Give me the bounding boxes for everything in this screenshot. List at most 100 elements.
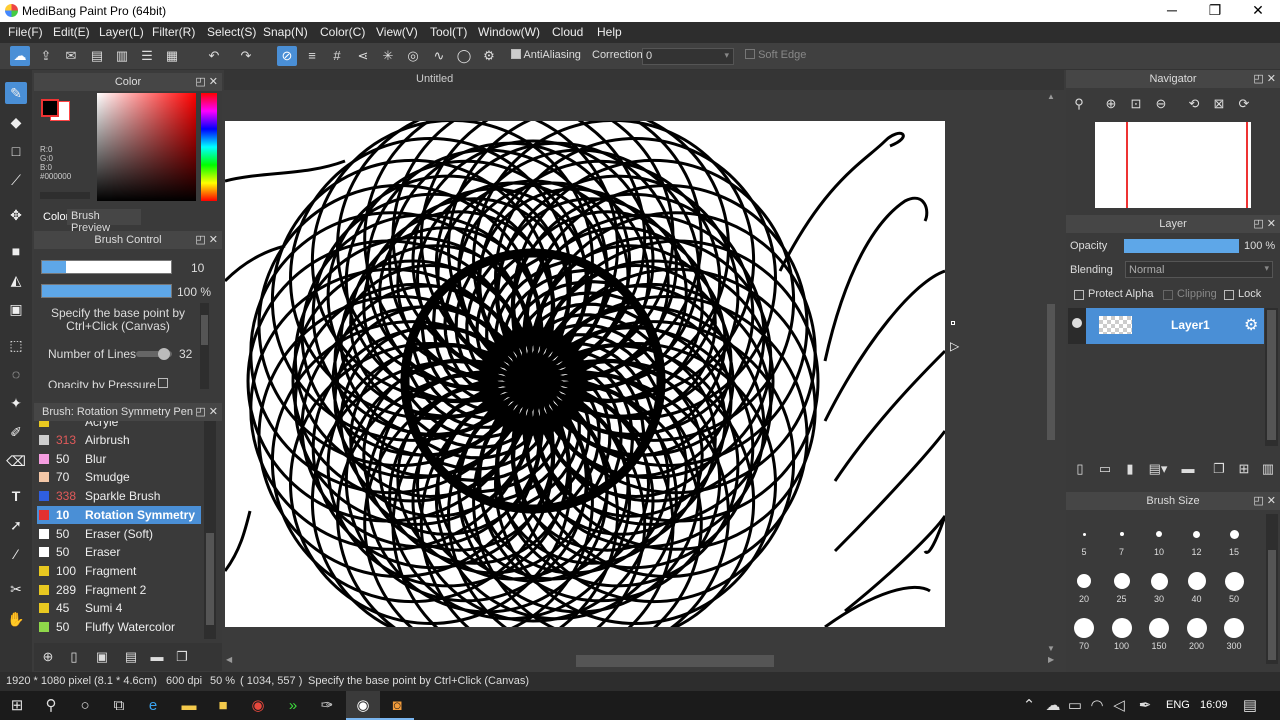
menu-help[interactable]: Help	[597, 25, 622, 39]
panel-window-icons[interactable]: ◰ ✕	[1253, 492, 1276, 510]
layer-opacity-slider[interactable]	[1124, 239, 1239, 253]
scroll-thumb[interactable]	[1047, 304, 1055, 440]
pen-workspace-icon[interactable]: ✒	[1134, 691, 1156, 720]
new-halftone-layer-icon[interactable]: ▭	[1095, 459, 1115, 479]
brush-list-scrollbar[interactable]	[204, 421, 216, 639]
brush-size-slider[interactable]	[41, 260, 172, 274]
horizontal-scrollbar[interactable]: ◀ ▶	[226, 654, 1058, 668]
tab-brush-preview[interactable]: Brush Preview	[67, 209, 141, 234]
reset-view-icon[interactable]: ⊠	[1209, 94, 1229, 114]
vertical-scrollbar[interactable]: ▲ ▼	[1044, 92, 1058, 658]
add-brush-icon[interactable]: ⊕	[38, 647, 58, 667]
snap-off-icon[interactable]: ⊘	[277, 46, 297, 66]
panel-window-icons[interactable]: ◰ ✕	[1253, 215, 1276, 233]
layer-list-scrollbar[interactable]	[1265, 308, 1278, 446]
list-item[interactable]: 100 Fragment	[37, 562, 201, 580]
brush-size-preset[interactable]	[1077, 574, 1091, 588]
scroll-right-arrow-icon[interactable]: ▶	[1048, 655, 1054, 664]
restore-button[interactable]: ❐	[1193, 0, 1237, 22]
brush-size-preset[interactable]	[1187, 572, 1206, 590]
magic-wand-icon[interactable]: ✦	[5, 392, 27, 414]
page-icon[interactable]: ▥	[112, 46, 132, 66]
antialiasing-toggle[interactable]: AntiAliasing	[511, 49, 581, 61]
list-icon[interactable]: ☰	[137, 46, 157, 66]
menu-view[interactable]: View(V)	[376, 25, 418, 39]
duplicate-layer-icon[interactable]: ❐	[1209, 459, 1229, 479]
cloud-save-icon[interactable]: ☁	[10, 46, 30, 66]
soft-edge-checkbox[interactable]	[745, 49, 755, 59]
task-view-icon[interactable]: ⧉	[102, 691, 136, 720]
eraser-tool-icon[interactable]: ◆	[5, 111, 27, 133]
comment-icon[interactable]: ✉	[61, 46, 81, 66]
grid-icon[interactable]: ▦	[162, 46, 182, 66]
brush-size-scrollbar[interactable]	[1266, 514, 1278, 664]
parallel-snap-icon[interactable]: ≡	[302, 46, 322, 66]
add-layer-menu-icon[interactable]: ▤▾	[1148, 459, 1168, 479]
list-item[interactable]: 50 Eraser	[37, 543, 201, 561]
list-item[interactable]: Acryle	[37, 421, 201, 431]
brush-tool-icon[interactable]: ✎	[5, 82, 27, 104]
brush-size-preset[interactable]	[1111, 618, 1132, 638]
panel-window-icons[interactable]: ◰ ✕	[195, 73, 218, 91]
scroll-thumb[interactable]	[576, 655, 774, 667]
redo-icon[interactable]: ↷	[236, 46, 256, 66]
new-brush-icon[interactable]: ▯	[64, 647, 84, 667]
selected-brush-item[interactable]: 10 Rotation Symmetry	[37, 505, 201, 524]
sticky-notes-icon[interactable]: ■	[206, 691, 240, 720]
minimize-button[interactable]: ─	[1150, 0, 1194, 22]
rectangle-tool-icon[interactable]: □	[5, 140, 27, 162]
search-icon[interactable]: ⚲	[34, 691, 68, 720]
brush-size-preset[interactable]	[1186, 618, 1207, 638]
brush-size-preset[interactable]	[1119, 532, 1124, 536]
cross-snap-icon[interactable]: #	[327, 46, 347, 66]
menu-snap[interactable]: Snap(N)	[263, 25, 308, 39]
number-of-lines-slider[interactable]	[136, 348, 172, 360]
lock-checkbox[interactable]	[1224, 290, 1234, 300]
share-icon[interactable]: ⇪	[36, 46, 56, 66]
file-explorer-icon[interactable]: ▬	[172, 691, 206, 720]
eyedropper-icon[interactable]: ⁄	[5, 543, 27, 565]
menu-tool[interactable]: Tool(T)	[430, 25, 467, 39]
brush-size-preset[interactable]	[1074, 618, 1094, 638]
scroll-thumb[interactable]	[1267, 310, 1276, 440]
zoom-in-icon[interactable]: ⊕	[1101, 94, 1121, 114]
close-button[interactable]: ✕	[1236, 0, 1280, 22]
rotate-left-icon[interactable]: ⟲	[1184, 94, 1204, 114]
menu-filter[interactable]: Filter(R)	[152, 25, 195, 39]
blending-select[interactable]: Normal ▾	[1125, 261, 1273, 278]
scroll-down-arrow-icon[interactable]: ▼	[1047, 644, 1055, 653]
visibility-icon[interactable]	[1072, 318, 1082, 328]
panel-window-icons[interactable]: ◰ ✕	[1253, 70, 1276, 88]
bucket-tool-icon[interactable]: ◭	[5, 269, 27, 291]
list-item[interactable]: 338 Sparkle Brush	[37, 487, 201, 505]
layer-row[interactable]: Layer1 ⚙	[1086, 308, 1264, 344]
scroll-thumb[interactable]	[201, 315, 208, 345]
navigator-preview[interactable]	[1095, 122, 1251, 208]
media-player-icon[interactable]: »	[276, 691, 310, 720]
brush-size-preset[interactable]	[1193, 530, 1200, 538]
document-tab[interactable]: Untitled	[416, 73, 453, 85]
brush-size-preset[interactable]	[1149, 618, 1169, 638]
medibang-taskbar-icon[interactable]: ◉	[346, 691, 380, 720]
scroll-thumb[interactable]	[1268, 550, 1276, 660]
dot-pen-icon[interactable]: ⟋	[5, 169, 27, 191]
brush-size-preset[interactable]	[1082, 532, 1086, 536]
vanish-snap-icon[interactable]: ⋖	[353, 46, 373, 66]
brush-size-preset[interactable]	[1150, 572, 1168, 590]
operation-tool-icon[interactable]: ➚	[5, 514, 27, 536]
curve-snap-icon[interactable]: ∿	[429, 46, 449, 66]
text-tool-icon[interactable]: T	[5, 485, 27, 507]
chrome-icon[interactable]: ◉	[241, 691, 275, 720]
battery-icon[interactable]: ▭	[1064, 691, 1086, 720]
scroll-thumb[interactable]	[206, 533, 214, 625]
zoom-icon[interactable]: ⚲	[1069, 94, 1089, 114]
brush-size-preset[interactable]	[1224, 618, 1244, 638]
rotate-right-icon[interactable]: ⟳	[1234, 94, 1254, 114]
scroll-left-arrow-icon[interactable]: ◀	[226, 655, 232, 664]
scroll-up-arrow-icon[interactable]: ▲	[1047, 92, 1055, 101]
select-pen-icon[interactable]: ✐	[5, 421, 27, 443]
list-item[interactable]: 50 Fluffy Watercolor	[37, 618, 201, 636]
wifi-icon[interactable]: ◠	[1086, 691, 1108, 720]
pen-app-icon[interactable]: ✑	[310, 691, 344, 720]
fill-shape-icon[interactable]: ■	[5, 240, 27, 262]
